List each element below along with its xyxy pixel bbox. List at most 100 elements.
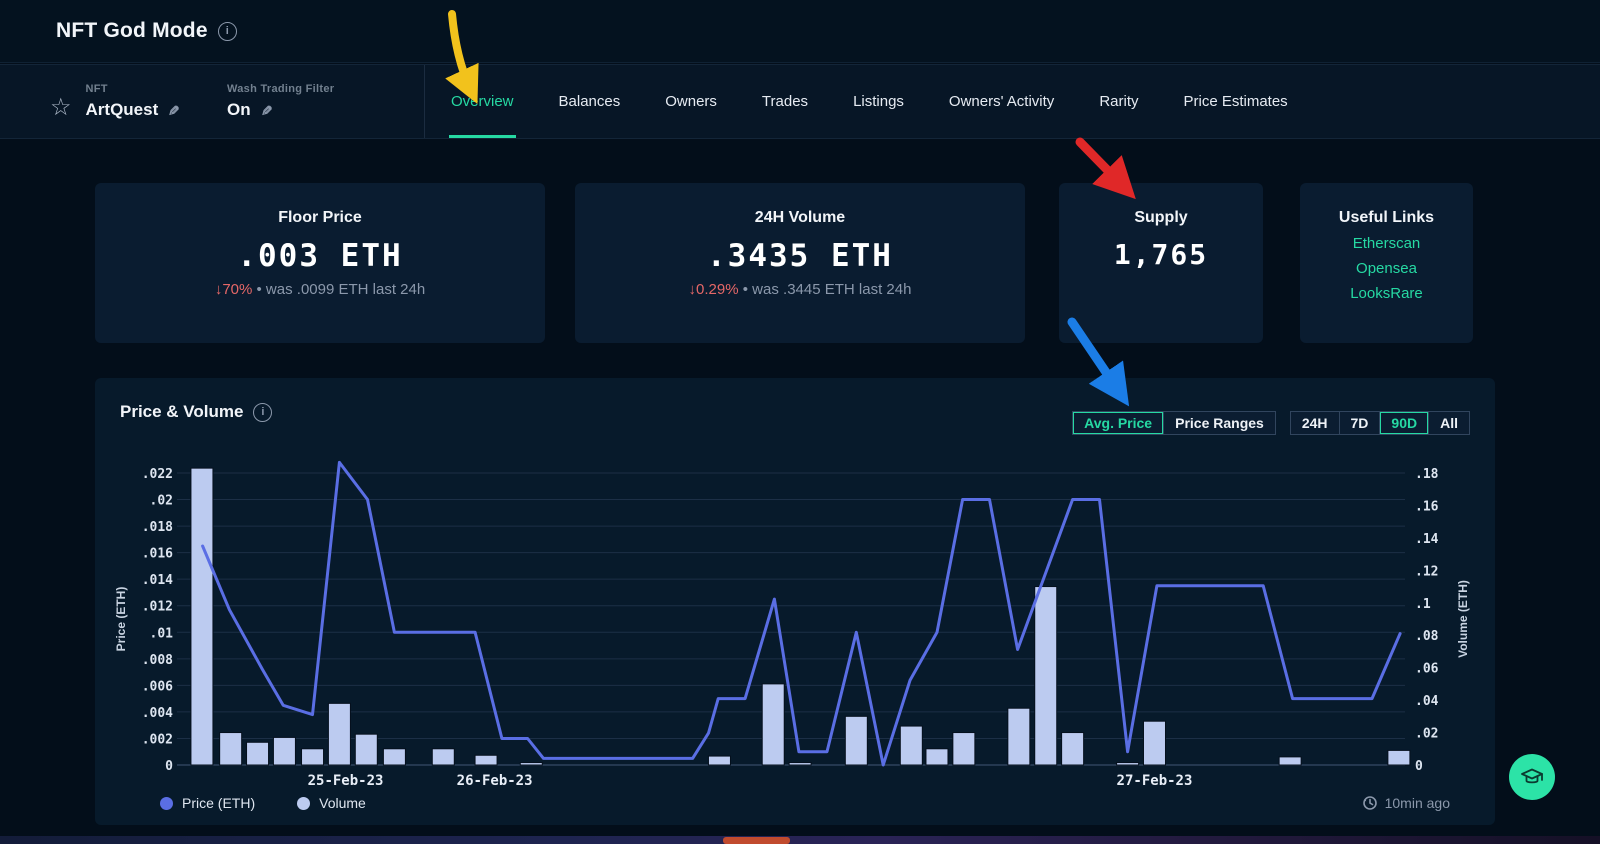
volume-bar <box>900 726 922 765</box>
volume-bar <box>247 742 269 765</box>
nav-tabs: Overview Balances Owners Trades Listings Owne… <box>425 65 1288 138</box>
y-right-tick: .08 <box>1415 629 1439 644</box>
volume-bar <box>383 749 405 765</box>
floor-price-change: ↓70% • was .0099 ETH last 24h <box>95 281 545 298</box>
nft-name[interactable]: ArtQuest✎ <box>86 100 179 120</box>
edit-icon[interactable]: ✎ <box>257 105 274 117</box>
x-tick: 26-Feb-23 <box>457 773 533 789</box>
y-left-tick: .016 <box>142 547 173 562</box>
volume-bar <box>1388 750 1410 765</box>
volume-bar <box>762 684 784 765</box>
chart-header: Price & Volume i <box>120 402 272 422</box>
volume-bar <box>1117 763 1139 765</box>
y-left-tick: .002 <box>142 732 173 747</box>
edit-icon[interactable]: ✎ <box>165 105 182 117</box>
floor-price-card: Floor Price .003 ETH ↓70% • was .0099 ET… <box>95 183 545 343</box>
volume-bar <box>1062 733 1084 765</box>
wash-trading-filter[interactable]: Wash Trading Filter On✎ <box>227 83 334 120</box>
y-right-tick: .1 <box>1415 597 1431 612</box>
link-etherscan[interactable]: Etherscan <box>1300 235 1473 252</box>
nft-selector[interactable]: NFT ArtQuest✎ <box>86 83 179 120</box>
volume-bar <box>845 716 867 765</box>
y-right-tick: .02 <box>1415 727 1438 742</box>
volume-bar <box>1279 757 1301 765</box>
y-left-tick: .01 <box>150 626 174 641</box>
useful-links-title: Useful Links <box>1300 209 1473 227</box>
price-line <box>203 462 1401 765</box>
volume-bar <box>1035 587 1057 765</box>
y-right-tick: 0 <box>1415 759 1423 774</box>
bottom-banner-button[interactable] <box>723 837 790 844</box>
volume-bar <box>789 763 811 765</box>
volume-bar <box>191 468 213 765</box>
volume-bar <box>302 749 324 765</box>
price-volume-chart[interactable]: 0.002.004.006.008.01.012.014.016.018.02.… <box>95 440 1495 790</box>
y-right-tick: .18 <box>1415 467 1439 482</box>
volume-24h-card: 24H Volume .3435 ETH ↓0.29% • was .3445 … <box>575 183 1025 343</box>
y-right-tick: .04 <box>1415 694 1439 709</box>
favorite-star-icon[interactable]: ☆ <box>50 96 72 120</box>
volume-bar <box>708 756 730 765</box>
y-left-tick: .022 <box>142 467 173 482</box>
link-looksrare[interactable]: LooksRare <box>1300 285 1473 302</box>
tab-price-estimates[interactable]: Price Estimates <box>1183 65 1287 138</box>
supply-title: Supply <box>1059 209 1263 227</box>
tab-trades[interactable]: Trades <box>762 65 808 138</box>
chart-range-all-button[interactable]: All <box>1428 412 1469 434</box>
chart-range-90d-button[interactable]: 90D <box>1379 412 1428 434</box>
top-header: NFT God Mode i <box>0 0 1600 63</box>
sub-nav: ☆ NFT ArtQuest✎ Wash Trading Filter On✎ … <box>0 64 1600 139</box>
y-left-tick: 0 <box>165 759 173 774</box>
bottom-banner <box>0 836 1600 844</box>
info-icon[interactable]: i <box>218 22 237 41</box>
y-left-tick: .014 <box>142 573 173 588</box>
volume-bar <box>220 733 242 765</box>
price-volume-card: Price & Volume i Avg. PricePrice Ranges … <box>95 378 1495 825</box>
volume-bar <box>432 749 454 765</box>
clock-refresh-icon <box>1362 795 1378 811</box>
graduation-cap-icon <box>1518 763 1546 791</box>
legend-dot <box>297 797 310 810</box>
y-right-tick: .14 <box>1415 532 1439 547</box>
nft-label: NFT <box>86 83 179 95</box>
chart-mode-price-ranges-button[interactable]: Price Ranges <box>1163 412 1275 434</box>
volume-bar <box>953 733 975 765</box>
chart-mode-avg-price-button[interactable]: Avg. Price <box>1073 412 1163 434</box>
y-right-tick: .06 <box>1415 662 1439 677</box>
volume-bar <box>273 737 295 765</box>
y-left-tick: .004 <box>142 706 173 721</box>
help-chat-button[interactable] <box>1509 754 1555 800</box>
y-left-tick: .012 <box>142 600 173 615</box>
chart-title: Price & Volume <box>120 402 243 422</box>
y-left-tick: .018 <box>142 520 173 535</box>
y-left-tick: .02 <box>150 494 173 509</box>
tab-rarity[interactable]: Rarity <box>1099 65 1138 138</box>
supply-card: Supply 1,765 <box>1059 183 1263 343</box>
floor-price-title: Floor Price <box>95 209 545 227</box>
volume-bar <box>1143 721 1165 765</box>
tab-overview[interactable]: Overview <box>451 65 514 138</box>
page-title: NFT God Mode <box>56 19 208 43</box>
volume-bar <box>475 755 497 765</box>
y-left-axis-title: Price (ETH) <box>114 587 128 652</box>
volume-bar <box>328 703 350 765</box>
wash-trading-filter-value[interactable]: On✎ <box>227 100 334 120</box>
volume-24h-change: ↓0.29% • was .3445 ETH last 24h <box>575 281 1025 298</box>
tab-owners[interactable]: Owners <box>665 65 717 138</box>
chart-legend: Price (ETH) Volume <box>160 795 366 811</box>
chart-range-group: 24H7D90DAll <box>1290 411 1470 435</box>
y-left-tick: .008 <box>142 653 173 668</box>
info-icon[interactable]: i <box>253 403 272 422</box>
legend-dot <box>160 797 173 810</box>
chart-range-24h-button[interactable]: 24H <box>1291 412 1339 434</box>
tab-listings[interactable]: Listings <box>853 65 904 138</box>
volume-bar <box>926 749 948 765</box>
x-tick: 27-Feb-23 <box>1117 773 1193 789</box>
red-arrow <box>1080 142 1122 185</box>
chart-range-7d-button[interactable]: 7D <box>1339 412 1380 434</box>
legend-price-eth: Price (ETH) <box>160 795 255 811</box>
tab-owners-activity[interactable]: Owners' Activity <box>949 65 1054 138</box>
legend-volume: Volume <box>297 795 366 811</box>
tab-balances[interactable]: Balances <box>559 65 621 138</box>
link-opensea[interactable]: Opensea <box>1300 260 1473 277</box>
